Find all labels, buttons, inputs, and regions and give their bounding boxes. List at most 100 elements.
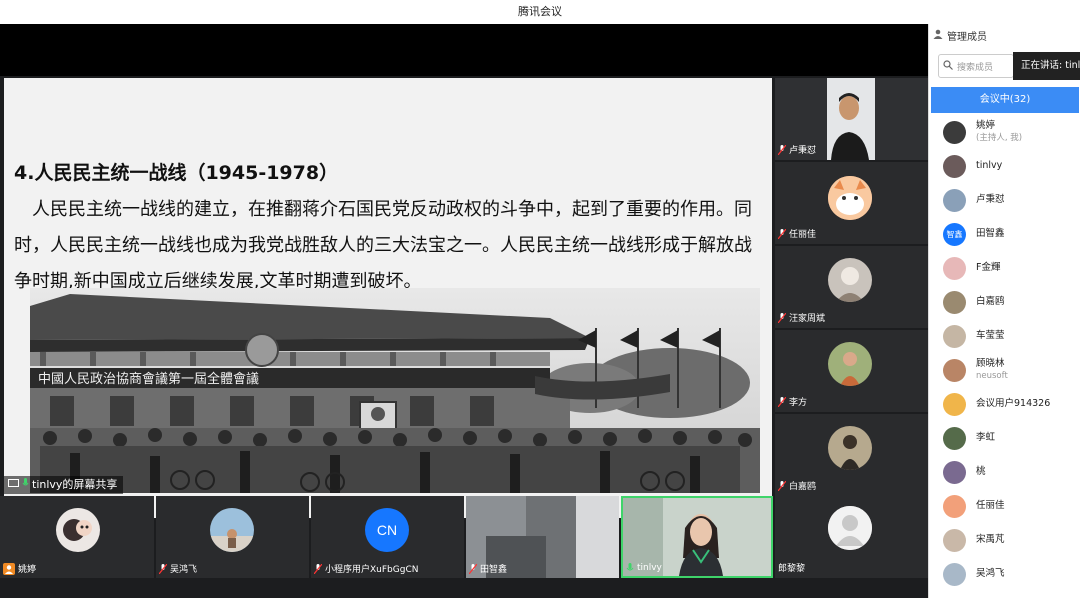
member-name-text: tinlvy <box>976 160 1003 171</box>
participant-name: 白嘉鸥 <box>777 479 816 492</box>
member-item[interactable]: 宋禹芃 <box>943 525 1079 555</box>
video-tile[interactable]: 姚婷 <box>0 496 154 578</box>
member-item[interactable]: 智鑫 田智鑫 <box>943 219 1079 249</box>
mic-muted-icon <box>313 563 323 574</box>
member-name-text: 桃 <box>976 466 986 477</box>
screen-share-icon <box>8 476 19 494</box>
video-stage: 4.人民民主统一战线（1945-1978） 人民民主统一战线的建立，在推翻蒋介石… <box>0 24 928 598</box>
member-avatar <box>943 324 966 348</box>
member-avatar <box>943 256 966 280</box>
member-item[interactable]: 车莹莹 <box>943 321 1079 351</box>
participant-name: 李方 <box>777 395 807 408</box>
member-name-text: 田智鑫 <box>976 228 1005 239</box>
video-tile[interactable]: 任丽佳 <box>775 162 928 244</box>
member-avatar <box>943 426 966 450</box>
member-name-text: 任丽佳 <box>976 500 1005 511</box>
search-icon <box>943 59 953 73</box>
member-name: 白嘉鸥 <box>976 296 1005 308</box>
member-subtitle: neusoft <box>976 371 1008 381</box>
participant-name: tinlvy <box>626 563 662 573</box>
member-item[interactable]: F金輝 <box>943 253 1079 283</box>
slide-heading: 4.人民民主统一战线（1945-1978） <box>14 162 339 184</box>
member-item[interactable]: 顾晓林 neusoft <box>943 355 1079 385</box>
photo-sign-text: 中國人民政治協商會議第一屆全體會議 <box>38 371 259 387</box>
video-tile[interactable]: 白嘉鸥 <box>775 414 928 496</box>
member-item[interactable]: 任丽佳 <box>943 491 1079 521</box>
mic-muted-icon <box>777 312 787 323</box>
member-name-text: 会议用户914326 <box>976 398 1051 409</box>
person-icon <box>933 29 943 42</box>
member-name: 宋禹芃 <box>976 534 1005 546</box>
member-subtitle: (主持人, 我) <box>976 133 1023 143</box>
member-name-text: 宋禹芃 <box>976 534 1005 545</box>
speaking-indicator: 正在讲话: tinlvy <box>1013 52 1080 80</box>
member-name: 吴鸿飞 <box>976 568 1005 580</box>
participant-name: 田智鑫 <box>468 562 507 575</box>
member-avatar <box>943 188 966 212</box>
shared-screen[interactable]: 4.人民民主统一战线（1945-1978） 人民民主统一战线的建立，在推翻蒋介石… <box>4 78 772 518</box>
video-tile[interactable]: 汪家周斌 <box>775 246 928 328</box>
member-avatar <box>943 392 966 416</box>
video-tile[interactable]: 郎黎黎 <box>775 496 928 578</box>
screen-share-text: tinlvy的屏幕共享 <box>32 478 118 491</box>
video-tile-speaking[interactable]: tinlvy <box>621 496 773 578</box>
avatar-initials: CN <box>365 508 409 552</box>
member-avatar <box>943 460 966 484</box>
avatar <box>828 176 872 220</box>
mic-muted-icon <box>777 144 787 155</box>
mic-muted-icon <box>158 563 168 574</box>
member-avatar <box>943 154 966 178</box>
member-name: 姚婷 (主持人, 我) <box>976 120 1022 144</box>
member-name-text: 白嘉鸥 <box>976 296 1005 307</box>
member-name-text: 顾晓林 <box>976 358 1005 369</box>
member-name-text: F金輝 <box>976 262 1001 273</box>
video-tile[interactable]: 田智鑫 <box>466 496 619 578</box>
mic-muted-icon <box>777 228 787 239</box>
default-avatar-icon <box>828 506 872 550</box>
stage-top-band <box>0 24 928 76</box>
member-name-text: 姚婷 <box>976 120 996 131</box>
member-item[interactable]: 卢秉怼 <box>943 185 1079 215</box>
tab-in-meeting[interactable]: 会议中(32) <box>931 87 1079 113</box>
member-item[interactable]: 会议用户914326 <box>943 389 1079 419</box>
mic-icon <box>22 476 29 494</box>
member-name-text: 李虹 <box>976 432 996 443</box>
participant-name: 小程序用户XuFbGgCN <box>313 562 418 575</box>
member-name-text: 卢秉怼 <box>976 194 1005 205</box>
member-name-text: 吴鸿飞 <box>976 568 1005 579</box>
participant-name: 姚婷 <box>3 562 36 575</box>
meeting-window: 腾讯会议 4.人民民主统一战线（1945-1978） 人民民主统一战线的建立，在… <box>0 0 1080 598</box>
member-avatar: 智鑫 <box>943 222 966 246</box>
avatar <box>210 508 254 552</box>
avatar <box>828 342 872 386</box>
member-item[interactable]: 李虹 <box>943 423 1079 453</box>
member-avatar <box>943 494 966 518</box>
avatar <box>56 508 100 552</box>
member-avatar <box>943 358 966 382</box>
historical-photo: 中國人民政治協商會議第一屆全體會議 <box>30 288 760 493</box>
member-item[interactable]: 桃 <box>943 457 1079 487</box>
search-input[interactable]: 搜索成员 <box>938 54 1014 78</box>
member-item[interactable]: 吴鸿飞 <box>943 559 1079 589</box>
member-item[interactable]: 白嘉鸥 <box>943 287 1079 317</box>
member-item[interactable]: tinlvy <box>943 151 1079 181</box>
video-tile[interactable]: 卢秉怼 <box>775 78 928 160</box>
video-tile[interactable]: CN 小程序用户XuFbGgCN <box>311 496 464 578</box>
window-title: 腾讯会议 <box>0 0 1080 24</box>
search-placeholder: 搜索成员 <box>957 62 994 73</box>
video-tile[interactable]: 吴鸿飞 <box>156 496 309 578</box>
member-avatar <box>943 528 966 552</box>
member-avatar <box>943 290 966 314</box>
avatar <box>828 426 872 470</box>
participant-name: 汪家周斌 <box>777 311 825 324</box>
member-name: tinlvy <box>976 160 1002 172</box>
member-name: 田智鑫 <box>976 228 1005 240</box>
panel-title: 管理成员 <box>933 28 987 43</box>
member-item[interactable]: 姚婷 (主持人, 我) <box>943 117 1079 147</box>
mic-muted-icon <box>468 563 478 574</box>
member-name: 李虹 <box>976 432 995 444</box>
participant-name: 卢秉怼 <box>777 143 816 156</box>
video-tile[interactable]: 李方 <box>775 330 928 412</box>
screen-share-label: tinlvy的屏幕共享 <box>4 476 124 494</box>
member-name: 任丽佳 <box>976 500 1005 512</box>
